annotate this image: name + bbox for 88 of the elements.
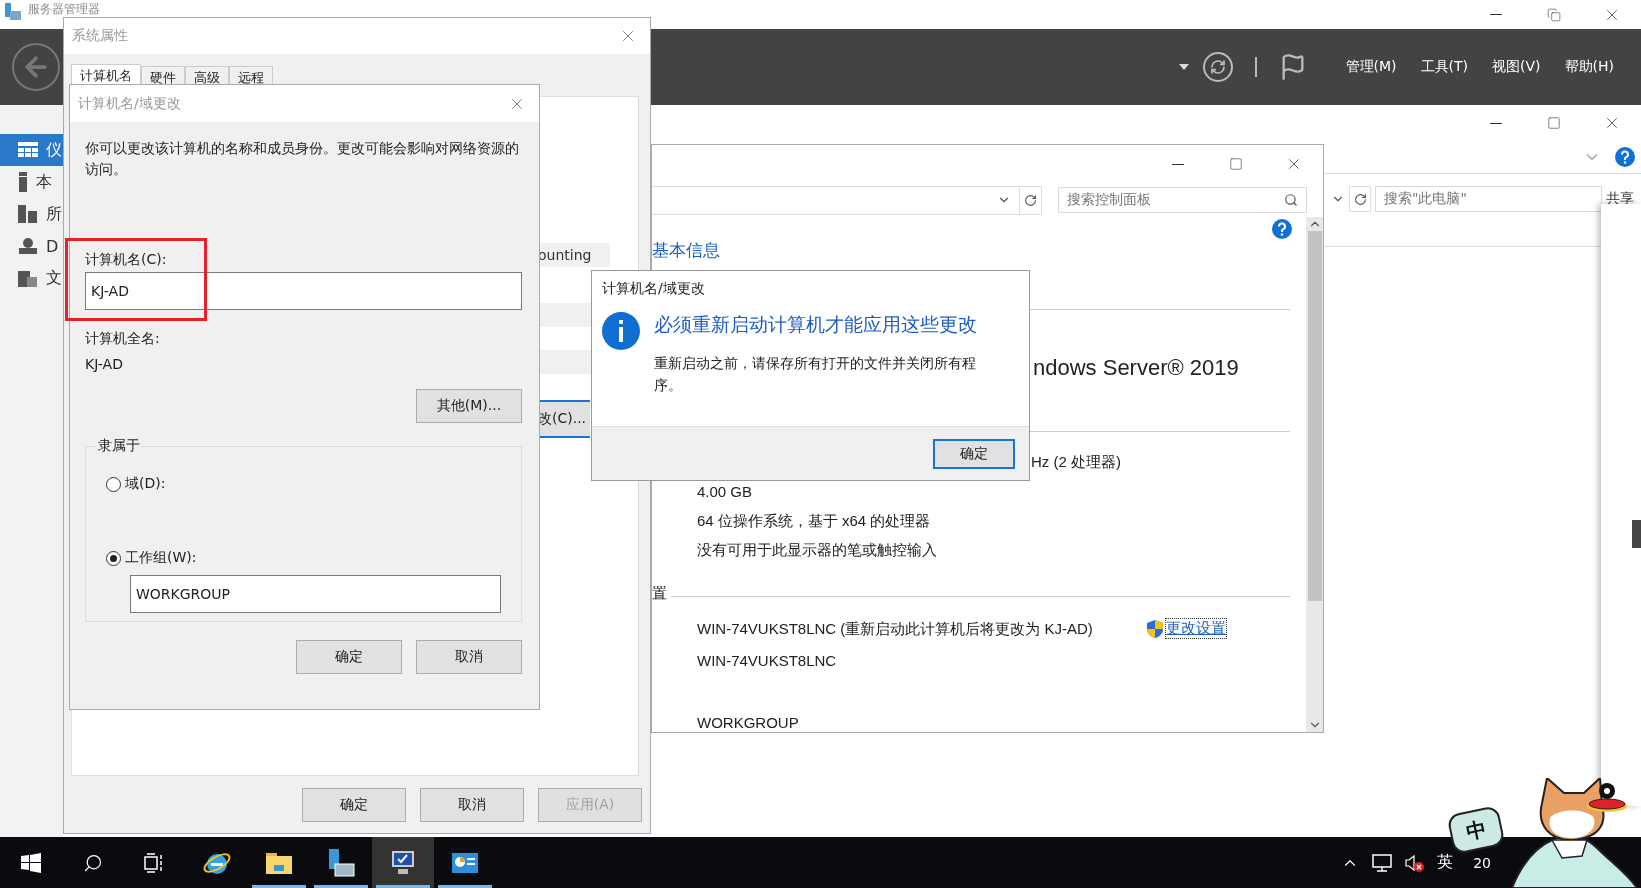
sidebar-item[interactable]: 仪: [0, 134, 63, 166]
dialog-button[interactable]: 取消: [420, 788, 524, 822]
ok-button[interactable]: 确定: [933, 438, 1015, 469]
menu-item[interactable]: 管理(M): [1340, 58, 1402, 76]
servers-icon: [18, 205, 38, 223]
search-icon: [1284, 193, 1298, 207]
volume-muted-icon[interactable]: [1405, 853, 1426, 872]
computer-name-value: WIN-74VUKST8LNC (重新启动此计算机后将更改为 KJ-AD): [697, 619, 1094, 638]
dialog-button[interactable]: 确定: [296, 640, 402, 674]
message-heading: 必须重新启动计算机才能应用这些更改: [654, 312, 978, 336]
more-button[interactable]: 其他(M)...: [416, 389, 522, 423]
computer-name-value: WIN-74VUKST8LNC: [697, 652, 838, 670]
input-language-button[interactable]: 英: [1437, 852, 1454, 873]
radio-label: 域(D):: [125, 475, 166, 493]
ribbon-tab[interactable]: 共享: [1606, 190, 1641, 208]
window-title: 服务器管理器: [28, 3, 100, 16]
field-label: 计算机名(C):: [85, 250, 168, 268]
taskbar-app[interactable]: [372, 837, 434, 888]
field-label: 计算机全名:: [85, 329, 161, 347]
scrollbar[interactable]: [1306, 217, 1323, 732]
search-field[interactable]: 搜索"此电脑": [1375, 186, 1602, 212]
refresh-button[interactable]: [1349, 186, 1371, 212]
message-text: 重新启动之前，请保存所有打开的文件并关闭所有程序。: [654, 354, 977, 395]
windows-icon: [21, 852, 41, 873]
server-manager-icon: [4, 3, 22, 21]
dialog-button[interactable]: 取消: [416, 640, 522, 674]
refresh-icon: [1024, 193, 1037, 207]
section-heading: 置: [652, 584, 667, 602]
refresh-icon: [1353, 192, 1367, 206]
search-icon: [83, 852, 103, 873]
sidebar-item[interactable]: 所: [0, 198, 63, 230]
processor-text: Hz (2 处理器): [1031, 453, 1122, 471]
server-icon: [18, 172, 28, 192]
control-panel-icon: [451, 851, 479, 874]
radio-button[interactable]: [106, 550, 121, 566]
minimize-icon: [1490, 122, 1502, 124]
caret-icon[interactable]: [1178, 64, 1189, 70]
search-field[interactable]: 搜索控制面板: [1058, 187, 1307, 213]
refresh-icon: [1209, 59, 1226, 75]
minimize-icon: [1172, 163, 1184, 165]
server-toolbox-icon: [327, 847, 355, 878]
radio-label: 工作组(W):: [125, 549, 197, 567]
dialog-title: 计算机名/域更改: [78, 94, 181, 113]
folder-icon: [265, 850, 293, 875]
help-icon[interactable]: [1615, 147, 1635, 167]
dialog-button[interactable]: 确定: [302, 788, 406, 822]
sidebar-label: 本: [36, 171, 52, 193]
help-icon[interactable]: [1272, 219, 1292, 239]
network-icon[interactable]: [1371, 853, 1394, 872]
computer-name-value: WORKGROUP: [697, 714, 800, 732]
restore-icon: [1547, 7, 1561, 22]
shield-icon: [1147, 619, 1163, 638]
maximize-icon: [1229, 157, 1243, 171]
sidebar-item[interactable]: 文: [0, 262, 63, 294]
sidebar-item[interactable]: D: [0, 230, 63, 262]
scrollbar-thumb[interactable]: [1632, 520, 1641, 548]
edition-text: ndows Server® 2019: [1033, 355, 1240, 381]
tab[interactable]: 计算机名: [71, 64, 141, 86]
spec-value: 4.00 GB: [697, 483, 754, 501]
sidebar-item[interactable]: 本: [0, 166, 63, 198]
info-icon: [602, 312, 640, 350]
minimize-icon: [1490, 14, 1502, 15]
sidebar-label: 文: [46, 267, 62, 289]
computer-name-field[interactable]: KJ-AD: [85, 272, 522, 310]
radio-button[interactable]: [106, 476, 121, 492]
change-settings-link[interactable]: 更改设置: [1165, 618, 1227, 639]
menu-item[interactable]: 视图(V): [1487, 58, 1546, 76]
sidebar-label: D: [46, 236, 59, 256]
list-row: ounting: [538, 243, 610, 267]
clock-text: 20: [1473, 854, 1491, 871]
refresh-button[interactable]: [1202, 52, 1233, 82]
menu-item[interactable]: 工具(T): [1415, 58, 1474, 76]
dialog-title: 系统属性: [72, 27, 128, 45]
sidebar-label: 所: [46, 203, 62, 225]
spec-value: 没有可用于此显示器的笔或触控输入: [697, 541, 938, 559]
sidebar-label: 仪: [46, 139, 62, 161]
maximize-icon: [1547, 116, 1561, 130]
spec-value: 64 位操作系统，基于 x64 的处理器: [697, 512, 932, 530]
description-text: 你可以更改该计算机的名称和成员身份。更改可能会影响对网络资源的访问。: [85, 139, 520, 179]
workgroup-field[interactable]: WORKGROUP: [130, 575, 501, 613]
menu-item[interactable]: 帮助(H): [1559, 58, 1619, 76]
full-name-value: KJ-AD: [85, 355, 124, 373]
group-label: 隶属于: [97, 437, 141, 455]
section-heading: 基本信息: [652, 243, 721, 259]
folders-icon: [18, 269, 38, 287]
grid-icon: [18, 142, 38, 158]
dialog-title: 计算机名/域更改: [602, 280, 706, 298]
scrollbar-thumb[interactable]: [1307, 231, 1322, 601]
